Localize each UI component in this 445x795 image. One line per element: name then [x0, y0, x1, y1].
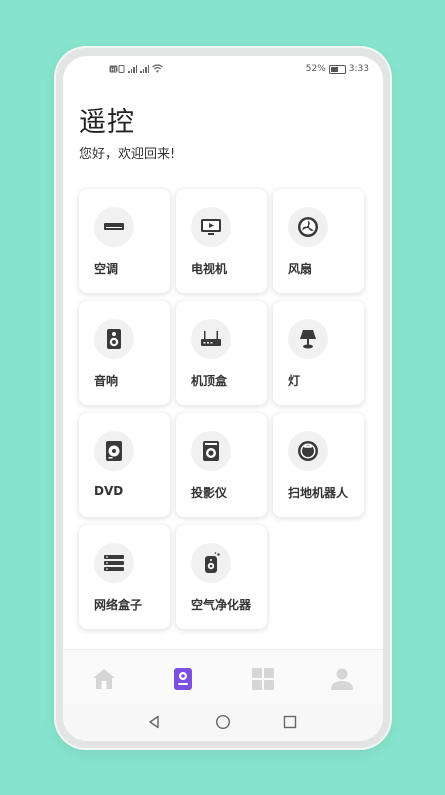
page-title: 遥控 — [79, 107, 135, 138]
device-card-lamp[interactable]: 灯 — [273, 301, 364, 405]
hd-icon: HD — [109, 64, 125, 73]
back-icon — [149, 715, 159, 729]
device-card-dvd[interactable]: DVD — [79, 413, 170, 517]
remote-icon — [174, 668, 192, 690]
device-label: 空气净化器 — [191, 598, 252, 612]
device-label: 扫地机器人 — [288, 486, 349, 500]
device-label: 电视机 — [191, 262, 228, 276]
device-card-projector[interactable]: 投影仪 — [176, 413, 267, 517]
device-label: DVD — [94, 484, 124, 498]
tab-grid[interactable] — [248, 664, 278, 694]
welcome-text: 您好，欢迎回来! — [79, 147, 176, 162]
signal-icon — [140, 64, 149, 73]
device-label: 音响 — [94, 374, 119, 388]
device-grid: 空调 电视机 风扇 音响 机顶盒 灯 DVD 投影仪 扫地机器人 网络盒子 空气… — [79, 189, 369, 629]
air-conditioner-icon — [94, 207, 134, 247]
signal-icon — [128, 64, 137, 73]
nav-back-button[interactable] — [144, 712, 164, 732]
nav-home-button[interactable] — [213, 712, 233, 732]
tv-icon — [191, 207, 231, 247]
app-screen: HD 52% 3:33 遥控 您好，欢迎回来! 空调 电视机 风扇 音响 机顶盒… — [63, 56, 383, 741]
air-purifier-icon — [191, 543, 231, 583]
battery-percent: 52% — [305, 64, 326, 74]
status-right: 52% 3:33 — [306, 64, 369, 74]
device-label: 空调 — [94, 262, 119, 276]
status-time: 3:33 — [348, 64, 369, 74]
network-box-icon — [94, 543, 134, 583]
robot-vacuum-icon — [288, 431, 328, 471]
status-bar: HD 52% 3:33 — [63, 56, 383, 80]
nav-recents-button[interactable] — [280, 712, 300, 732]
svg-text:HD: HD — [111, 67, 119, 73]
tab-profile[interactable] — [327, 664, 357, 694]
device-label: 机顶盒 — [191, 374, 228, 388]
system-nav-bar — [63, 704, 383, 741]
grid-icon — [252, 668, 274, 690]
dvd-icon — [94, 431, 134, 471]
lamp-icon — [288, 319, 328, 359]
device-card-tv[interactable]: 电视机 — [176, 189, 267, 293]
device-card-air-conditioner[interactable]: 空调 — [79, 189, 170, 293]
device-label: 风扇 — [288, 262, 313, 276]
device-card-robot-vacuum[interactable]: 扫地机器人 — [273, 413, 364, 517]
fan-icon — [288, 207, 328, 247]
home-icon — [93, 669, 115, 689]
device-card-network-box[interactable]: 网络盒子 — [79, 525, 170, 629]
device-card-speaker[interactable]: 音响 — [79, 301, 170, 405]
device-label: 网络盒子 — [94, 598, 143, 612]
device-card-set-top-box[interactable]: 机顶盒 — [176, 301, 267, 405]
device-card-fan[interactable]: 风扇 — [273, 189, 364, 293]
device-label: 投影仪 — [191, 486, 228, 500]
status-left-icons: HD — [109, 64, 163, 73]
tab-home[interactable] — [89, 664, 119, 694]
phone-frame: HD 52% 3:33 遥控 您好，欢迎回来! 空调 电视机 风扇 音响 机顶盒… — [56, 48, 390, 748]
tab-remote[interactable] — [168, 664, 198, 694]
speaker-icon — [94, 319, 134, 359]
wifi-icon — [152, 64, 163, 73]
set-top-box-icon — [191, 319, 231, 359]
device-label: 灯 — [288, 374, 301, 388]
bottom-tab-bar — [63, 649, 383, 705]
home-circle-icon — [215, 714, 231, 730]
device-card-air-purifier[interactable]: 空气净化器 — [176, 525, 267, 629]
user-icon — [331, 668, 353, 690]
battery-icon — [328, 64, 346, 74]
recents-icon — [283, 715, 297, 729]
projector-icon — [191, 431, 231, 471]
